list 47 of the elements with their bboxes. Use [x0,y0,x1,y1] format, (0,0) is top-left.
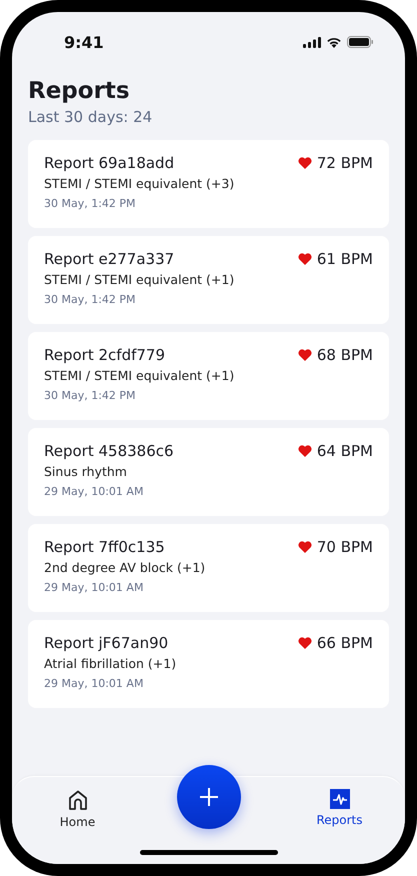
tab[interactable]: Reports [316,789,363,833]
report-date: 29 May, 10:01 AM [44,581,144,594]
diagnosis: 2nd degree AV block (+1) [44,560,206,575]
heart-icon [298,541,312,553]
diagnosis: STEMI / STEMI equivalent (+1) [44,368,236,383]
diagnosis: STEMI / STEMI equivalent (+3) [44,176,236,191]
heart-icon [298,157,312,169]
heart-rate: 64 BPM [316,442,373,460]
status-time: 9:41 [64,32,104,52]
report-title: Report 2cfdf779 [44,346,165,364]
heart-icon [298,445,312,457]
report-date: 30 May, 1:42 PM [44,197,137,210]
signal-icon [303,36,321,48]
report-date: 29 May, 10:01 AM [44,677,144,690]
heart-icon [298,637,312,649]
report-card[interactable]: Report 7ff0c135 70 BPM 2nd degree AV block (+1) 29 May, 10:01 AM [28,524,389,612]
report-date: 29 May, 10:01 AM [44,485,144,498]
report-date: 30 May, 1:42 PM [44,389,137,402]
diagnosis: STEMI / STEMI equivalent (+1) [44,272,236,287]
pulse-icon [330,789,350,809]
report-date: 30 May, 1:42 PM [44,293,137,306]
report-title: Report 7ff0c135 [44,538,165,556]
heart-rate: 70 BPM [316,538,373,556]
heart-rate: 68 BPM [316,346,373,364]
heart-rate: 66 BPM [316,634,373,652]
report-count: Last 30 days: 24 [28,108,154,126]
report-card[interactable]: Report e277a337 61 BPM STEMI / STEMI equivalent (+1) 30 May, 1:42 PM [28,236,389,324]
report-card[interactable]: Report 2cfdf779 68 BPM STEMI / STEMI equivalent (+1) 30 May, 1:42 PM [28,332,389,420]
tab[interactable]: Home [60,789,96,833]
diagnosis: Sinus rhythm [44,464,128,479]
home-icon [66,789,88,811]
report-title: Report 69a18add [44,154,174,172]
report-title: Report jF67an90 [44,634,168,652]
page-title: Reports [28,78,131,104]
wifi-icon [326,36,342,48]
report-card[interactable]: Report 69a18add 72 BPM STEMI / STEMI equivalent (+3) 30 May, 1:42 PM [28,140,389,228]
heart-icon [298,253,312,265]
heart-rate: 72 BPM [316,154,373,172]
plus-icon [200,788,218,806]
heart-rate: 61 BPM [316,250,373,268]
heart-icon [298,349,312,361]
battery-icon [347,36,373,48]
diagnosis: Atrial fibrillation (+1) [44,656,178,671]
report-card[interactable]: Report 458386c6 64 BPM Sinus rhythm 29 May, 10:01 AM [28,428,389,516]
report-card[interactable]: Report jF67an90 66 BPM Atrial fibrillation (+1) 29 May, 10:01 AM [28,620,389,708]
report-title: Report e277a337 [44,250,174,268]
report-title: Report 458386c6 [44,442,174,460]
